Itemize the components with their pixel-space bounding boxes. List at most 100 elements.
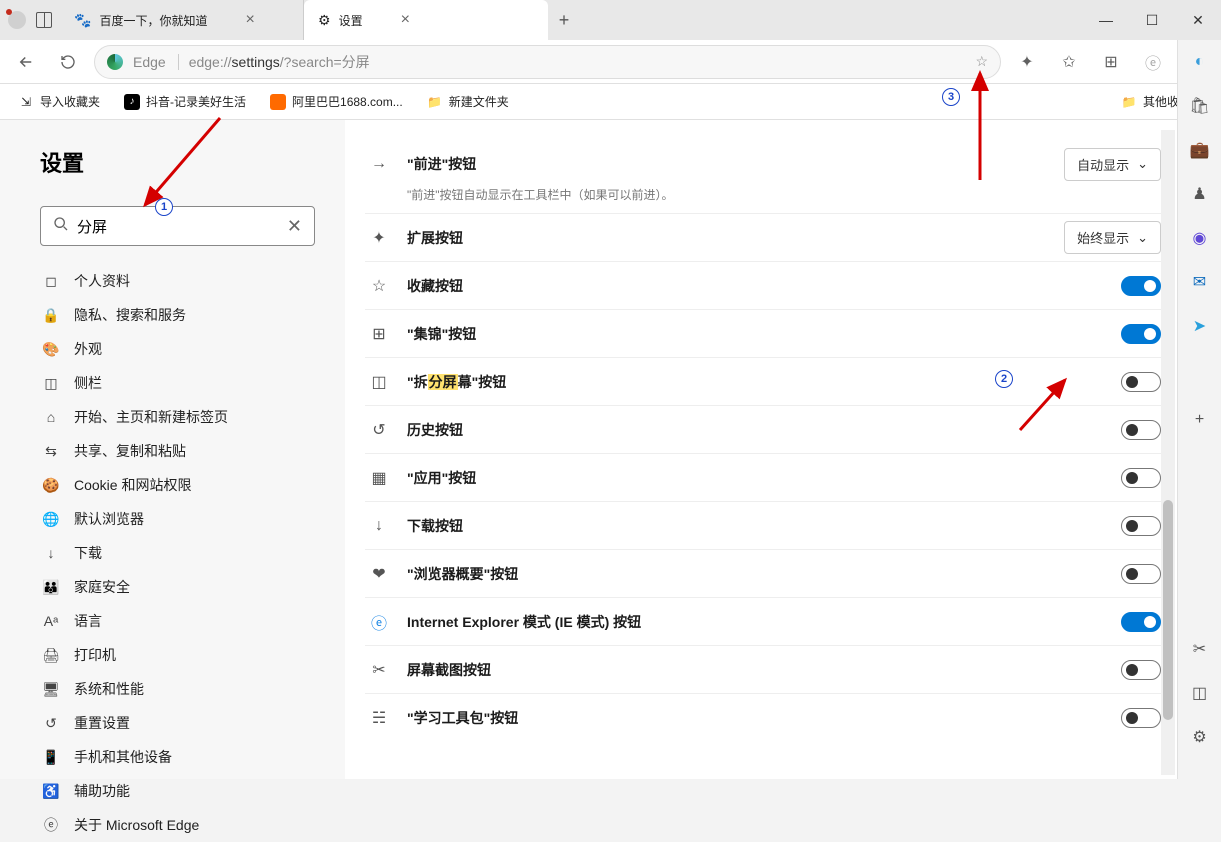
- apps-toggle[interactable]: [1121, 468, 1161, 488]
- refresh-button[interactable]: [52, 46, 84, 78]
- apps-icon: ▦: [369, 468, 389, 488]
- history-toggle[interactable]: [1121, 420, 1161, 440]
- folder-icon: 📁: [427, 94, 443, 110]
- screenshot-toggle[interactable]: [1121, 660, 1161, 680]
- sidebar-item[interactable]: 🌐默认浏览器: [40, 502, 315, 536]
- copilot-icon[interactable]: ◐: [1188, 50, 1212, 74]
- download-toggle[interactable]: [1121, 516, 1161, 536]
- outlook-icon[interactable]: ✉: [1188, 270, 1212, 294]
- bookmark-folder[interactable]: 📁 新建文件夹: [427, 93, 509, 110]
- clear-search-icon[interactable]: ✕: [287, 216, 302, 237]
- maximize-button[interactable]: ☐: [1129, 0, 1175, 40]
- add-sidebar-icon[interactable]: +: [1188, 408, 1212, 432]
- chess-icon[interactable]: ♟: [1188, 182, 1212, 206]
- collections-icon[interactable]: ⊞: [1095, 46, 1127, 78]
- bookmark-douyin[interactable]: ♪抖音-记录美好生活: [124, 93, 246, 110]
- close-icon[interactable]: ×: [401, 11, 410, 29]
- extensions-label: 扩展按钮: [407, 228, 1064, 248]
- nav-icon: ⌂: [42, 408, 60, 426]
- ie-toggle[interactable]: [1121, 612, 1161, 632]
- settings-search[interactable]: ✕: [40, 206, 315, 246]
- overview-toggle[interactable]: [1121, 564, 1161, 584]
- scrollbar[interactable]: [1161, 130, 1175, 775]
- favorites-icon[interactable]: ✩: [1053, 46, 1085, 78]
- sidebar-item[interactable]: ⓔ关于 Microsoft Edge: [40, 808, 315, 842]
- bookmark-alibaba[interactable]: 阿里巴巴1688.com...: [270, 93, 403, 110]
- history-icon: ↺: [369, 420, 389, 440]
- nav-icon: 🔒: [42, 306, 60, 324]
- minimize-button[interactable]: —: [1083, 0, 1129, 40]
- profile-avatar[interactable]: [8, 11, 26, 29]
- screenshot-label: 屏幕截图按钮: [407, 660, 1121, 680]
- search-input[interactable]: [77, 218, 287, 235]
- close-button[interactable]: ✕: [1175, 0, 1221, 40]
- sidebar-item[interactable]: 🍪Cookie 和网站权限: [40, 468, 315, 502]
- sidebar-item[interactable]: 🖨打印机: [40, 638, 315, 672]
- nav-icon: 🎨: [42, 340, 60, 358]
- nav-label: 共享、复制和粘贴: [74, 441, 186, 461]
- nav-icon: ↺: [42, 714, 60, 732]
- nav-icon: 👪: [42, 578, 60, 596]
- folder-icon: 📁: [1121, 94, 1137, 110]
- settings-content: → "前进"按钮 自动显示⌄ "前进"按钮自动显示在工具栏中（如果可以前进）。 …: [345, 120, 1221, 779]
- nav-icon: 🌐: [42, 510, 60, 528]
- collections-toggle[interactable]: [1121, 324, 1161, 344]
- briefcase-icon[interactable]: 💼: [1188, 138, 1212, 162]
- alibaba-icon: [270, 94, 286, 110]
- overview-label: "浏览器概要"按钮: [407, 564, 1121, 584]
- folder-label: 新建文件夹: [449, 93, 509, 110]
- toolbar: Edge edge://settings/?search=分屏 ☆ ✦ ✩ ⊞ …: [0, 40, 1221, 84]
- nav-label: 个人资料: [74, 271, 130, 291]
- tab-settings-title: 设置: [339, 12, 363, 29]
- tab-settings[interactable]: ⚙ 设置 ×: [304, 0, 548, 40]
- sidebar-item[interactable]: 🎨外观: [40, 332, 315, 366]
- office-icon[interactable]: ◉: [1188, 226, 1212, 250]
- note-icon[interactable]: ◫: [1188, 681, 1212, 705]
- telegram-icon[interactable]: ➤: [1188, 314, 1212, 338]
- baidu-favicon: 🐾: [74, 12, 91, 29]
- scroll-thumb[interactable]: [1163, 500, 1173, 720]
- forward-dropdown[interactable]: 自动显示⌄: [1064, 148, 1161, 181]
- vertical-tabs-icon[interactable]: [36, 12, 52, 28]
- setting-overview: ❤ "浏览器概要"按钮: [365, 549, 1161, 597]
- split-toggle[interactable]: [1121, 372, 1161, 392]
- sidebar-item[interactable]: 👪家庭安全: [40, 570, 315, 604]
- extensions-dropdown[interactable]: 始终显示⌄: [1064, 221, 1161, 254]
- nav-icon: 🖨: [42, 646, 60, 664]
- alibaba-label: 阿里巴巴1688.com...: [292, 93, 403, 110]
- sidebar-item[interactable]: 🔒隐私、搜索和服务: [40, 298, 315, 332]
- settings-sidebar: 设置 ✕ ◻个人资料🔒隐私、搜索和服务🎨外观◫侧栏⌂开始、主页和新建标签页⇆共享…: [0, 120, 345, 779]
- toolkit-icon: ☵: [369, 708, 389, 728]
- nav-label: Cookie 和网站权限: [74, 475, 191, 495]
- toolkit-toggle[interactable]: [1121, 708, 1161, 728]
- ie-mode-icon[interactable]: ⓔ: [1137, 46, 1169, 78]
- sidebar-item[interactable]: ⇆共享、复制和粘贴: [40, 434, 315, 468]
- sidebar-item[interactable]: 📱手机和其他设备: [40, 740, 315, 774]
- favorites-toggle[interactable]: [1121, 276, 1161, 296]
- shopping-icon[interactable]: 🛍: [1188, 94, 1212, 118]
- edge-label: Edge: [133, 54, 179, 70]
- sidebar-item[interactable]: ♿辅助功能: [40, 774, 315, 808]
- favorite-star-icon[interactable]: ☆: [975, 53, 988, 70]
- import-favorites[interactable]: ⇲导入收藏夹: [18, 93, 100, 110]
- sidebar-item[interactable]: ↺重置设置: [40, 706, 315, 740]
- new-tab-button[interactable]: +: [548, 4, 580, 36]
- tab-baidu[interactable]: 🐾 百度一下，你就知道 ×: [60, 0, 304, 40]
- tab-baidu-title: 百度一下，你就知道: [99, 12, 207, 29]
- setting-toolkit: ☵ "学习工具包"按钮: [365, 693, 1161, 741]
- puzzle-icon: ✦: [369, 228, 389, 248]
- sidebar-item[interactable]: ⌂开始、主页和新建标签页: [40, 400, 315, 434]
- address-bar[interactable]: Edge edge://settings/?search=分屏 ☆: [94, 45, 1001, 79]
- extensions-icon[interactable]: ✦: [1011, 46, 1043, 78]
- download-label: 下载按钮: [407, 516, 1121, 536]
- sidebar-item[interactable]: 🖥系统和性能: [40, 672, 315, 706]
- sidebar-item[interactable]: Aᵃ语言: [40, 604, 315, 638]
- sidebar-item[interactable]: ↓下载: [40, 536, 315, 570]
- back-button[interactable]: [10, 46, 42, 78]
- toolkit-label: "学习工具包"按钮: [407, 708, 1121, 728]
- close-icon[interactable]: ×: [245, 11, 254, 29]
- snip-icon[interactable]: ✂: [1188, 637, 1212, 661]
- sidebar-item[interactable]: ◫侧栏: [40, 366, 315, 400]
- settings-icon[interactable]: ⚙: [1188, 725, 1212, 749]
- sidebar-item[interactable]: ◻个人资料: [40, 264, 315, 298]
